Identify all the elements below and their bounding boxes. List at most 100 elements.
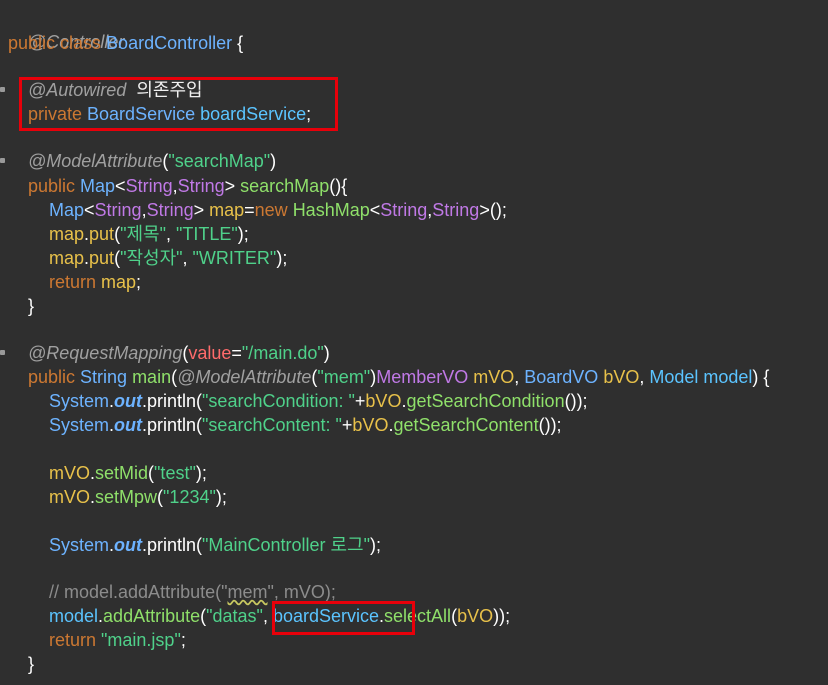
code-line: public Map<String,String> searchMap(){ (28, 174, 347, 198)
parameter: model (703, 367, 753, 387)
variable: map (209, 200, 245, 220)
annotation-attribute: value (188, 343, 232, 363)
comment: mem (227, 582, 268, 602)
punctuation: (){ (329, 176, 348, 196)
type-arg: String (380, 200, 428, 220)
comment: ", mVO); (267, 582, 336, 602)
type-name: MemberVO (376, 367, 474, 387)
punctuation: + (354, 391, 366, 411)
highlight-box (19, 77, 338, 131)
code-line: System.out.println("MainController 로그"); (49, 533, 381, 557)
keyword: return (49, 630, 102, 650)
annotation: @ModelAttribute (28, 151, 163, 171)
closing-brace: } (28, 296, 35, 316)
code-line: System.out.println("searchContent: "+bVO… (49, 413, 562, 437)
class-name: System (49, 391, 110, 411)
method-name: .println( (142, 415, 203, 435)
type-arg: String (125, 176, 173, 196)
type-arg: String (94, 200, 142, 220)
punctuation: ()); (564, 391, 588, 411)
punctuation: = (244, 200, 255, 220)
keyword: public class (8, 33, 107, 53)
parameter: mVO (49, 463, 91, 483)
method-name: setMid (95, 463, 149, 483)
punctuation: ; (136, 272, 142, 292)
type-name: Map (49, 200, 85, 220)
gutter-marker[interactable] (0, 158, 5, 163)
variable: map (49, 248, 85, 268)
punctuation: >(); (479, 200, 507, 220)
string-literal: "1234" (163, 487, 216, 507)
string-literal: "searchMap" (168, 151, 271, 171)
code-line: } (28, 652, 34, 676)
punctuation: ) (323, 343, 330, 363)
gutter-marker[interactable] (0, 350, 5, 355)
string-literal: "mem" (317, 367, 371, 387)
type-name: HashMap (292, 200, 370, 220)
method-name: put (89, 248, 115, 268)
string-literal: "main.jsp" (101, 630, 181, 650)
annotation: @ModelAttribute (177, 367, 312, 387)
method-name: .println( (142, 391, 203, 411)
punctuation: < (115, 176, 126, 196)
type-name: Model (649, 367, 704, 387)
class-name: System (49, 415, 110, 435)
punctuation: ) (270, 151, 277, 171)
gutter-marker[interactable] (0, 87, 5, 92)
method-name: put (89, 224, 115, 244)
punctuation: , (182, 248, 193, 268)
code-line: public class BoardController { (8, 31, 243, 55)
string-literal: "searchCondition: " (202, 391, 355, 411)
comment: // model.addAttribute(" (49, 582, 228, 602)
code-line: } (28, 294, 34, 318)
punctuation: = (231, 343, 242, 363)
type-arg: String (146, 200, 194, 220)
punctuation: , (514, 367, 525, 387)
type-arg: String (177, 176, 225, 196)
code-line: return map; (49, 270, 141, 294)
method-name: .println( (142, 535, 203, 555)
keyword: public (28, 176, 81, 196)
code-line: Map<String,String> map=new HashMap<Strin… (49, 198, 507, 222)
method-name: main (132, 367, 172, 387)
type-name: Map (80, 176, 116, 196)
string-literal: "TITLE" (175, 224, 238, 244)
punctuation: ) { (752, 367, 770, 387)
parameter: mVO (49, 487, 91, 507)
string-literal: "MainController 로그" (202, 535, 370, 555)
method-name: getSearchCondition (406, 391, 565, 411)
method-name: addAttribute (103, 606, 201, 626)
string-literal: "test" (154, 463, 196, 483)
punctuation: < (84, 200, 95, 220)
static-field: out (114, 415, 143, 435)
code-line: mVO.setMid("test"); (49, 461, 207, 485)
method-name: getSearchContent (393, 415, 539, 435)
punctuation: < (369, 200, 381, 220)
method-name: searchMap (240, 176, 330, 196)
string-literal: "searchContent: " (202, 415, 342, 435)
string-literal: "제목" (120, 224, 166, 244)
keyword: public (28, 367, 81, 387)
code-line: @Controller (8, 6, 124, 52)
parameter: mVO (473, 367, 515, 387)
code-line: @RequestMapping(value="/main.do") (28, 341, 330, 365)
punctuation: { (232, 33, 244, 53)
variable: map (101, 272, 137, 292)
punctuation: ); (370, 535, 381, 555)
code-editor[interactable]: @Controller public class BoardController… (0, 0, 828, 685)
type-name: BoardVO (524, 367, 604, 387)
parameter: bVO (352, 415, 389, 435)
code-line: @ModelAttribute("searchMap") (28, 149, 276, 173)
class-name: BoardController (106, 33, 233, 53)
string-literal: "/main.do" (241, 343, 324, 363)
string-literal: "WRITER" (192, 248, 277, 268)
punctuation: + (341, 415, 353, 435)
punctuation: , (165, 224, 176, 244)
parameter: bVO (603, 367, 640, 387)
parameter: bVO (457, 606, 494, 626)
keyword: return (49, 272, 102, 292)
static-field: out (114, 535, 143, 555)
class-name: System (49, 535, 110, 555)
type-arg: String (432, 200, 480, 220)
static-field: out (114, 391, 143, 411)
